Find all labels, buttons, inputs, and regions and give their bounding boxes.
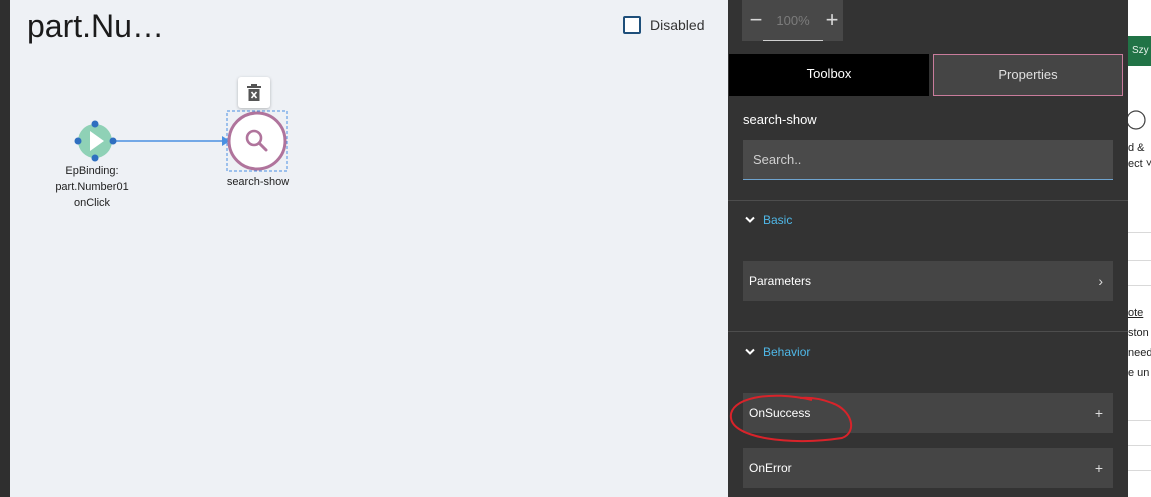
gridline [1128, 285, 1151, 286]
cell-text: ote [1128, 307, 1144, 319]
section-behavior-header[interactable]: Behavior [743, 345, 810, 359]
row-onsuccess-label: OnSuccess [749, 406, 811, 420]
side-panel: − 100% + Toolbox Properties search-show … [728, 0, 1128, 497]
chevron-right-icon: › [1098, 273, 1103, 289]
radio-icon [1128, 110, 1146, 130]
cell-text: e un [1128, 367, 1150, 379]
node-label-line: onClick [73, 197, 111, 209]
section-basic-label: Basic [763, 213, 793, 227]
gridline [1128, 232, 1151, 233]
node-label-line: search-show [226, 176, 290, 188]
section-basic-header[interactable]: Basic [743, 213, 792, 227]
left-gutter [0, 0, 10, 497]
properties-search-input[interactable] [743, 140, 1113, 180]
row-onsuccess[interactable]: OnSuccess + [743, 393, 1113, 433]
divider [728, 200, 1128, 201]
node-epbinding-label: EpBinding: part.Number01 onClick [32, 163, 152, 211]
ribbon-text: d & [1128, 142, 1145, 154]
chevron-down-icon [745, 216, 755, 223]
trash-icon [247, 83, 261, 101]
node-search-show[interactable] [226, 110, 288, 172]
node-label-line: part.Number01 [55, 181, 129, 193]
port-top[interactable] [91, 120, 99, 128]
node-search-show-label: search-show [208, 174, 308, 190]
gridline [1128, 420, 1151, 421]
delete-node-button[interactable] [238, 77, 270, 108]
node-epbinding[interactable] [74, 120, 117, 162]
ribbon-tab: Szy [1128, 36, 1151, 66]
row-onerror[interactable]: OnError + [743, 448, 1113, 488]
row-parameters[interactable]: Parameters › [743, 261, 1113, 301]
port-left[interactable] [74, 137, 82, 145]
plus-icon[interactable]: + [1095, 448, 1103, 488]
gridline [1128, 445, 1151, 446]
flow-canvas[interactable]: part.Nu… Disabled EpBinding: part.Number… [10, 0, 728, 497]
gridline [1128, 260, 1151, 261]
chevron-down-icon [745, 348, 755, 355]
cell-text: ston [1128, 327, 1149, 339]
tab-toolbox[interactable]: Toolbox [729, 54, 929, 96]
row-parameters-label: Parameters [749, 274, 812, 288]
zoom-in-button[interactable]: + [822, 6, 842, 34]
flow-graph [74, 110, 288, 172]
node-label-line: EpBinding: [65, 165, 119, 177]
gridline [1128, 470, 1151, 471]
ribbon-text: ect ˅ [1128, 158, 1151, 170]
row-onerror-label: OnError [749, 461, 792, 475]
plus-icon[interactable]: + [1095, 393, 1103, 433]
port-bottom[interactable] [91, 154, 99, 162]
zoom-level-input[interactable]: 100% [763, 11, 823, 41]
divider [728, 331, 1128, 332]
cell-text: need [1128, 347, 1151, 359]
zoom-control: − 100% + [742, 0, 843, 41]
port-right[interactable] [109, 137, 117, 145]
background-spreadsheet-window: Szy d & ect ˅ ote ston need e un [1128, 0, 1151, 497]
selected-node-name: search-show [743, 112, 817, 127]
section-behavior-label: Behavior [763, 345, 811, 359]
tab-properties[interactable]: Properties [933, 54, 1123, 96]
